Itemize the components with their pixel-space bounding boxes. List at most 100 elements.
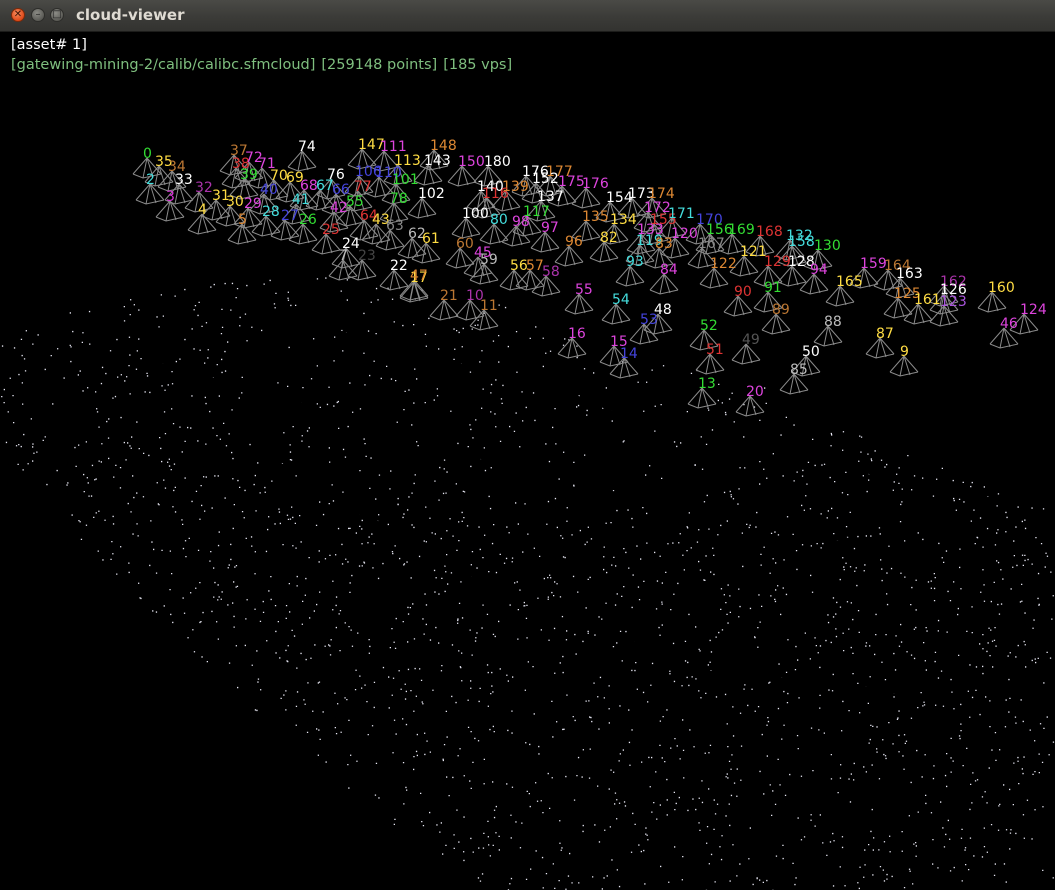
camera-label: 87 [876, 326, 894, 342]
camera-label: 32 [195, 180, 213, 196]
camera-label: 16 [568, 326, 586, 342]
camera-labels: 0 35342 3333243130529 28 27 2625247 2322393837… [143, 137, 1047, 400]
window-title: cloud-viewer [76, 6, 185, 24]
camera-label: 102 [418, 186, 445, 202]
camera-label: 28 [262, 204, 280, 220]
camera-label: 97 [541, 220, 559, 236]
camera-label: 46 [1000, 316, 1018, 332]
point-cloud-render[interactable]: 0 35342 3333243130529 28 27 2625247 2322393837… [0, 32, 1055, 890]
viewpoint-count: [185 vps] [443, 57, 513, 73]
camera-label: 59 [480, 252, 498, 268]
camera-label: 51 [706, 342, 724, 358]
camera-label: 163 [896, 266, 923, 282]
camera-label: 47 [410, 268, 428, 284]
camera-label: 91 [764, 280, 782, 296]
camera-label: 14 [620, 346, 638, 362]
camera-label: 33 [175, 172, 193, 188]
camera-label: 23 [358, 248, 376, 264]
camera-label: 180 [484, 154, 511, 170]
camera-label: 20 [746, 384, 764, 400]
terrain-road [149, 359, 901, 555]
camera-label: 76 [327, 167, 345, 183]
camera-label: 61 [422, 231, 440, 247]
camera-label: 148 [430, 138, 457, 154]
camera-label: 130 [814, 238, 841, 254]
camera-label: 5 [238, 212, 247, 228]
camera-label: 40 [260, 182, 278, 198]
camera-label: 9 [900, 344, 909, 360]
camera-label: 120 [671, 226, 698, 242]
camera-label: 123 [940, 294, 967, 310]
title-bar[interactable]: ✕ – □ cloud-viewer [0, 0, 1055, 32]
point-cloud [1, 277, 1055, 890]
app-window: ✕ – □ cloud-viewer 0 35 34 2 33 3 32 4 31 30 5 29 28… [0, 0, 1055, 890]
camera-label: 137 [537, 189, 564, 205]
camera-label: 84 [660, 262, 678, 278]
camera-label: 175 [558, 174, 585, 190]
point-cloud-points [1, 277, 1055, 890]
terrain-road [299, 319, 1001, 505]
camera-label: 30 [226, 194, 244, 210]
camera-label: 100 [462, 206, 489, 222]
asset-indicator: [asset# 1] [11, 37, 87, 53]
camera-label: 29 [244, 196, 262, 212]
camera-label: 176 [582, 176, 609, 192]
camera-label: 4 [198, 202, 207, 218]
camera-label: 88 [824, 314, 842, 330]
camera-label: 161 [914, 292, 941, 308]
point-cloud-viewport[interactable]: 0 35 34 2 33 3 32 4 31 30 5 29 28 27 26 25 24 7 23 22 39 38 37… [0, 32, 1055, 890]
camera-label: 54 [612, 292, 630, 308]
minimize-window-button[interactable]: – [31, 8, 45, 22]
camera-label: 134 [610, 212, 637, 228]
camera-label: 96 [565, 234, 583, 250]
camera-label: 171 [668, 206, 695, 222]
camera-label: 129 [764, 254, 791, 270]
camera-label: 158 [788, 234, 815, 250]
close-window-button[interactable]: ✕ [11, 8, 25, 22]
camera-label: 113 [394, 153, 421, 169]
camera-label: 26 [299, 212, 317, 228]
maximize-window-button[interactable]: □ [50, 8, 64, 22]
cloud-file-path: [gatewing-mining-2/calib/calibc.sfmcloud… [11, 57, 316, 73]
camera-label: 27 [281, 208, 299, 224]
camera-label: 21 [440, 288, 458, 304]
camera-label: 41 [292, 192, 310, 208]
camera-label: 85 [790, 362, 808, 378]
camera-label: 58 [542, 264, 560, 280]
camera-label: 150 [458, 154, 485, 170]
camera-label: 116 [482, 186, 509, 202]
terrain-road [266, 360, 901, 695]
camera-label: 168 [756, 224, 783, 240]
camera-label: 50 [802, 344, 820, 360]
camera-label: 11 [480, 298, 498, 314]
cloud-info-line: [gatewing-mining-2/calib/calibc.sfmcloud… [11, 57, 518, 73]
camera-label: 152 [532, 171, 559, 187]
camera-label: 89 [772, 302, 790, 318]
camera-label: 25 [322, 222, 340, 238]
camera-label: 74 [298, 139, 316, 155]
camera-label: 122 [710, 256, 737, 272]
camera-label: 77 [354, 179, 372, 195]
camera-label: 82 [600, 230, 618, 246]
camera-label: 60 [456, 236, 474, 252]
camera-label: 169 [728, 222, 755, 238]
camera-label: 160 [988, 280, 1015, 296]
camera-label: 22 [390, 258, 408, 274]
point-count: [259148 points] [321, 57, 438, 73]
camera-label: 93 [626, 254, 644, 270]
camera-label: 143 [424, 153, 451, 169]
camera-label: 56 [510, 258, 528, 274]
camera-label: 78 [390, 191, 408, 207]
camera-label: 167 [698, 236, 725, 252]
camera-label: 117 [523, 204, 550, 220]
camera-label: 94 [810, 262, 828, 278]
camera-label: 124 [1020, 302, 1047, 318]
camera-label: 2 [146, 172, 155, 188]
camera-label: 165 [836, 274, 863, 290]
camera-label: 52 [700, 318, 718, 334]
camera-label: 53 [640, 312, 658, 328]
camera-label: 159 [860, 256, 887, 272]
camera-label: 63 [386, 218, 404, 234]
camera-label: 55 [575, 282, 593, 298]
camera-label: 0 [143, 146, 152, 162]
